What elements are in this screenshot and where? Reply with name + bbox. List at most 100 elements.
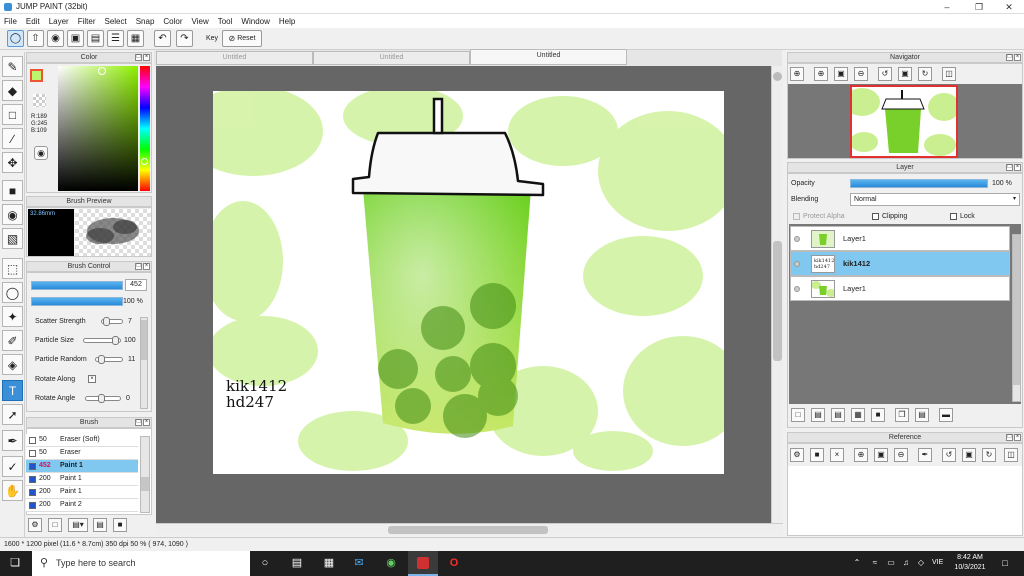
document-icon[interactable]: ▤ (87, 30, 104, 47)
brush-item[interactable]: 50 Eraser (Soft) (26, 434, 138, 447)
copy-brush-icon[interactable]: ▤ (93, 518, 107, 532)
canvas-horizontal-scrollbar[interactable] (156, 523, 783, 535)
device-icon[interactable]: ◯ (7, 30, 24, 47)
taskbar-search-box[interactable]: ⚲ Type here to search (32, 551, 250, 576)
redo-icon[interactable]: ↷ (176, 30, 193, 47)
panel-close-icon[interactable]: × (1014, 164, 1021, 171)
layer-row[interactable]: Layer1 (790, 276, 1010, 301)
network-icon[interactable]: ≈ (868, 556, 882, 570)
layer-row[interactable]: Layer1 (790, 226, 1010, 251)
export-icon[interactable]: ⇧ (27, 30, 44, 47)
panel-close-icon[interactable]: × (143, 419, 150, 426)
eyedropper-tool-icon[interactable]: ✒ (2, 430, 23, 451)
tab-untitled-2[interactable]: Untitled (313, 51, 470, 65)
brush-list-scrollbar[interactable] (140, 436, 150, 513)
ref-rotate-left-icon[interactable]: ↺ (942, 448, 956, 462)
panel-float-icon[interactable]: □ (1006, 54, 1013, 61)
navigator-preview[interactable] (850, 85, 958, 158)
new-brush-icon[interactable]: □ (48, 518, 62, 532)
duplicate-layer-icon[interactable]: ❐ (895, 408, 909, 422)
ref-eyedropper-icon[interactable]: ✒ (918, 448, 932, 462)
chevron-up-icon[interactable]: ⌃ (850, 556, 864, 570)
reference-view[interactable] (788, 466, 1022, 535)
brush-type-dropdown-icon[interactable]: ▤▾ (68, 518, 88, 532)
saturation-value-picker[interactable] (58, 66, 138, 191)
volume-icon[interactable]: ♫ (899, 556, 913, 570)
panel-float-icon[interactable]: □ (135, 54, 142, 61)
menu-select[interactable]: Select (104, 17, 126, 26)
canvas-vertical-scrollbar[interactable] (771, 66, 783, 523)
brush-control-scrollbar[interactable] (140, 317, 148, 409)
panel-close-icon[interactable]: × (1014, 54, 1021, 61)
tab-untitled-1[interactable]: Untitled (156, 51, 313, 65)
brush-size-value[interactable]: 452 (125, 279, 147, 291)
select-rect-tool-icon[interactable]: ⬚ (2, 258, 23, 279)
brush-folder-icon[interactable]: ■ (113, 518, 127, 532)
brush-opacity-slider[interactable] (31, 297, 123, 306)
bucket-tool-icon[interactable]: ◉ (2, 204, 23, 225)
menu-snap[interactable]: Snap (136, 17, 155, 26)
browser-icon[interactable]: ◉ (384, 556, 398, 570)
brush-size-slider[interactable] (31, 281, 123, 290)
language-indicator[interactable]: VIE (932, 559, 943, 566)
opera-icon[interactable]: O (447, 556, 461, 570)
brush-settings-icon[interactable]: ⚙ (28, 518, 42, 532)
lasso-tool-icon[interactable]: ◯ (2, 282, 23, 303)
ref-zoom-in-icon[interactable]: ⊕ (854, 448, 868, 462)
move-tool-icon[interactable]: ✥ (2, 152, 23, 173)
clock[interactable]: 8:42 AM 10/3/2021 (950, 553, 990, 573)
rotate-left-icon[interactable]: ↺ (878, 67, 892, 81)
reference-settings-icon[interactable]: ⚙ (790, 448, 804, 462)
palette-icon[interactable]: ◉ (34, 146, 48, 160)
panel-close-icon[interactable]: × (143, 263, 150, 270)
menu-edit[interactable]: Edit (26, 17, 40, 26)
folder-icon[interactable]: ■ (871, 408, 885, 422)
brush-item[interactable]: 200 Paint 1 (26, 486, 138, 499)
eye-icon[interactable] (794, 261, 800, 267)
brush-item[interactable]: 50 Eraser (26, 447, 138, 460)
select-eraser-tool-icon[interactable]: ◈ (2, 354, 23, 375)
reset-view-icon[interactable]: ▣ (898, 67, 912, 81)
brush-item[interactable]: 200 Paint 2 (26, 499, 138, 512)
notifications-icon[interactable]: □ (998, 556, 1012, 570)
merge-layer-icon[interactable]: ▤ (915, 408, 929, 422)
rectangle-tool-icon[interactable]: □ (2, 104, 23, 125)
tab-untitled-3[interactable]: Untitled (470, 49, 627, 65)
menu-view[interactable]: View (192, 17, 209, 26)
line-tool-icon[interactable]: ∕ (2, 128, 23, 149)
eye-icon[interactable] (794, 236, 800, 242)
panel-close-icon[interactable]: × (1014, 434, 1021, 441)
zoom-in-icon[interactable]: ⊕ (790, 67, 804, 81)
layer-row-selected[interactable]: kik1412 hd247 kik1412 (790, 251, 1010, 276)
brush-item[interactable]: 200 Paint 1 (26, 473, 138, 486)
text-tool-icon[interactable]: T (2, 380, 23, 401)
comment-icon[interactable]: ◉ (47, 30, 64, 47)
flip-icon[interactable]: ◫ (942, 67, 956, 81)
v-scroll-thumb[interactable] (773, 241, 782, 361)
hand-tool-icon[interactable]: ✋ (2, 480, 23, 501)
new-layer-icon[interactable]: □ (791, 408, 805, 422)
menu-file[interactable]: File (4, 17, 17, 26)
menu-help[interactable]: Help (279, 17, 295, 26)
undo-icon[interactable]: ↶ (154, 30, 171, 47)
cortana-icon[interactable]: ○ (258, 556, 272, 570)
ref-zoom-out-icon[interactable]: ⊖ (894, 448, 908, 462)
brush-item-selected[interactable]: 452 Paint 1 (26, 460, 138, 473)
rotate-along-checkbox[interactable]: × (88, 375, 96, 383)
rotate-angle-slider[interactable] (85, 394, 121, 403)
fit-icon[interactable]: ▣ (834, 67, 848, 81)
windows-start-icon[interactable]: ❏ (8, 556, 22, 570)
eye-icon[interactable] (794, 286, 800, 292)
task-view-icon[interactable]: ▤ (290, 556, 304, 570)
panel-close-icon[interactable]: × (143, 54, 150, 61)
hue-slider[interactable] (140, 66, 150, 191)
operation-tool-icon[interactable]: ➚ (2, 404, 23, 425)
halftone-layer-icon[interactable]: ▦ (851, 408, 865, 422)
panel-float-icon[interactable]: □ (135, 263, 142, 270)
store-icon[interactable]: ▦ (322, 556, 336, 570)
gradient-tool-icon[interactable]: ▧ (2, 228, 23, 249)
protect-alpha-checkbox[interactable] (793, 213, 800, 220)
panel-float-icon[interactable]: □ (135, 419, 142, 426)
reset-button[interactable]: ⊘ Reset (222, 30, 262, 47)
panel-float-icon[interactable]: □ (1006, 164, 1013, 171)
